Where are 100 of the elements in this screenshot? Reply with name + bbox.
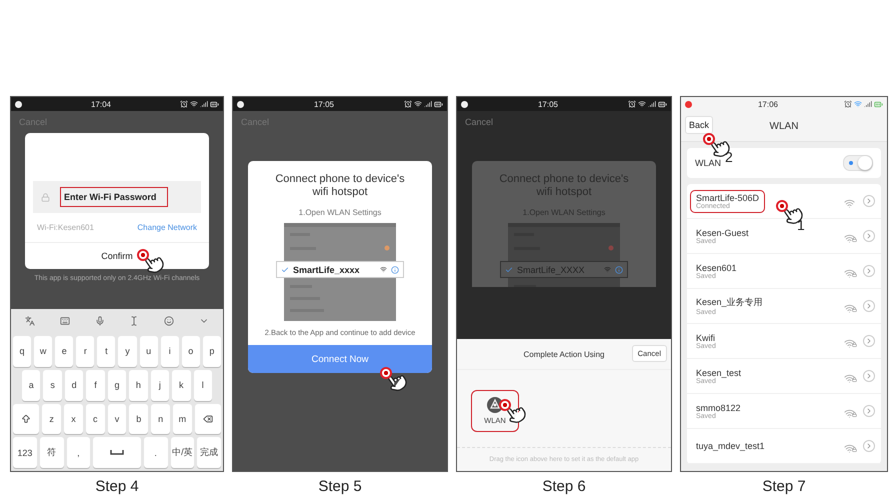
chevron-icon [865,197,873,205]
wifi-icon [854,100,862,108]
keyboard-key[interactable]: v [108,404,126,434]
confirm-button[interactable]: Confirm [91,243,143,269]
wifi-icon [380,266,387,273]
chevron-icon [865,442,873,450]
status-time: 17:05 [538,100,558,108]
shift-key[interactable] [13,404,40,434]
details-button[interactable] [863,405,875,417]
chevron-icon [865,267,873,275]
instruction-text: 1.Open WLAN Settings [298,208,382,217]
chevron-icon [865,232,873,240]
keyboard-key[interactable]: k [172,370,190,400]
keyboard-key[interactable]: j [150,370,170,400]
backspace-icon [202,414,213,424]
screen-title: WLAN [770,120,798,132]
sheet-title: Complete Action Using [524,350,604,358]
details-button[interactable] [863,440,875,452]
check-icon [281,266,289,274]
notification-icon [15,100,22,108]
keyboard-key[interactable]: m [172,404,192,434]
keyboard-key[interactable]: b [129,404,148,434]
wifi-icon [414,100,422,108]
details-button[interactable] [863,265,875,277]
keyboard-key[interactable]: z [42,404,62,434]
keyboard-key[interactable]: x [64,404,83,434]
signal-icon [200,100,208,108]
alarm-icon [628,100,636,108]
details-button[interactable] [863,300,875,312]
keyboard-key[interactable]: r [76,336,94,367]
keyboard-key[interactable]: h [129,370,148,400]
step-label: Step 5 [318,478,362,496]
tap-hand-icon [380,367,408,393]
dialog-title: Connect phone to device's wifi hotspot [274,173,406,199]
step-label: Step 6 [542,478,586,496]
details-button[interactable] [863,195,875,207]
keyboard-key[interactable]: p [202,336,221,367]
keyboard-key[interactable]: 123 [13,437,37,468]
keyboard-key[interactable]: y [118,336,137,367]
info-icon [615,266,623,274]
input-method-icon[interactable] [25,316,36,326]
keyboard-key[interactable]: o [182,336,200,367]
battery-icon [434,100,443,108]
keyboard-icon[interactable] [60,316,70,326]
status-time: 17:05 [314,100,334,108]
microphone-icon[interactable] [94,316,105,326]
alarm-icon [404,100,412,108]
info-icon [391,266,399,274]
keyboard-key[interactable]: g [108,370,126,400]
keyboard-key[interactable]: w [34,336,52,367]
keyboard-key[interactable]: f [86,370,105,400]
network-label[interactable]: tuya_mdev_test1 [690,438,771,454]
keyboard-key[interactable]: n [151,404,170,434]
keyboard-key[interactable]: 中/英 [170,437,194,468]
keyboard-key[interactable]: c [86,404,105,434]
signal-icon [864,100,872,108]
keyboard-key[interactable]: t [97,336,116,367]
chevron-icon [865,337,873,345]
signal-icon [648,100,656,108]
emoji-icon[interactable] [164,316,174,326]
details-button[interactable] [863,335,875,347]
notification-icon [685,100,692,108]
keyboard-key[interactable]: d [64,370,84,400]
chevron-icon [865,302,873,310]
step-label: Step 4 [95,478,139,496]
back-button[interactable]: Back [685,116,714,134]
toggle-label: WLAN [695,158,722,168]
alarm-icon [180,100,188,108]
keyboard-key[interactable]: . [144,437,168,468]
keyboard-key[interactable]: u [140,336,158,367]
backspace-key[interactable] [194,404,222,434]
notification-icon [461,100,468,108]
tap-number: 1 [797,217,805,233]
lock-icon [41,192,50,202]
notification-icon [237,100,244,108]
battery-icon [658,100,667,108]
wlan-toggle[interactable] [843,155,873,171]
password-input[interactable]: Enter Wi-Fi Password [60,187,168,207]
status-time: 17:04 [90,100,112,108]
status-time: 17:06 [758,100,778,108]
details-button[interactable] [863,370,875,382]
wifi-icon [604,266,611,273]
keyboard-key[interactable]: 符 [40,437,64,468]
battery-icon [874,100,883,108]
keyboard-key[interactable]: , [66,437,90,468]
keyboard-key[interactable]: s [43,370,62,400]
alarm-icon [844,100,852,108]
space-key[interactable] [93,437,141,468]
keyboard-key[interactable]: i [160,336,179,367]
cursor-icon[interactable] [129,316,140,326]
battery-icon [210,100,219,108]
chevron-icon [865,407,873,415]
keyboard-key[interactable]: 完成 [197,437,221,468]
details-button[interactable] [863,230,875,242]
keyboard-key[interactable]: e [55,336,74,367]
keyboard-key[interactable]: q [13,336,32,367]
network-name: SmartLife_xxxx [293,264,361,274]
chevron-icon [865,372,873,380]
keyboard-key[interactable]: l [194,370,212,400]
keyboard-key[interactable]: a [22,370,40,400]
